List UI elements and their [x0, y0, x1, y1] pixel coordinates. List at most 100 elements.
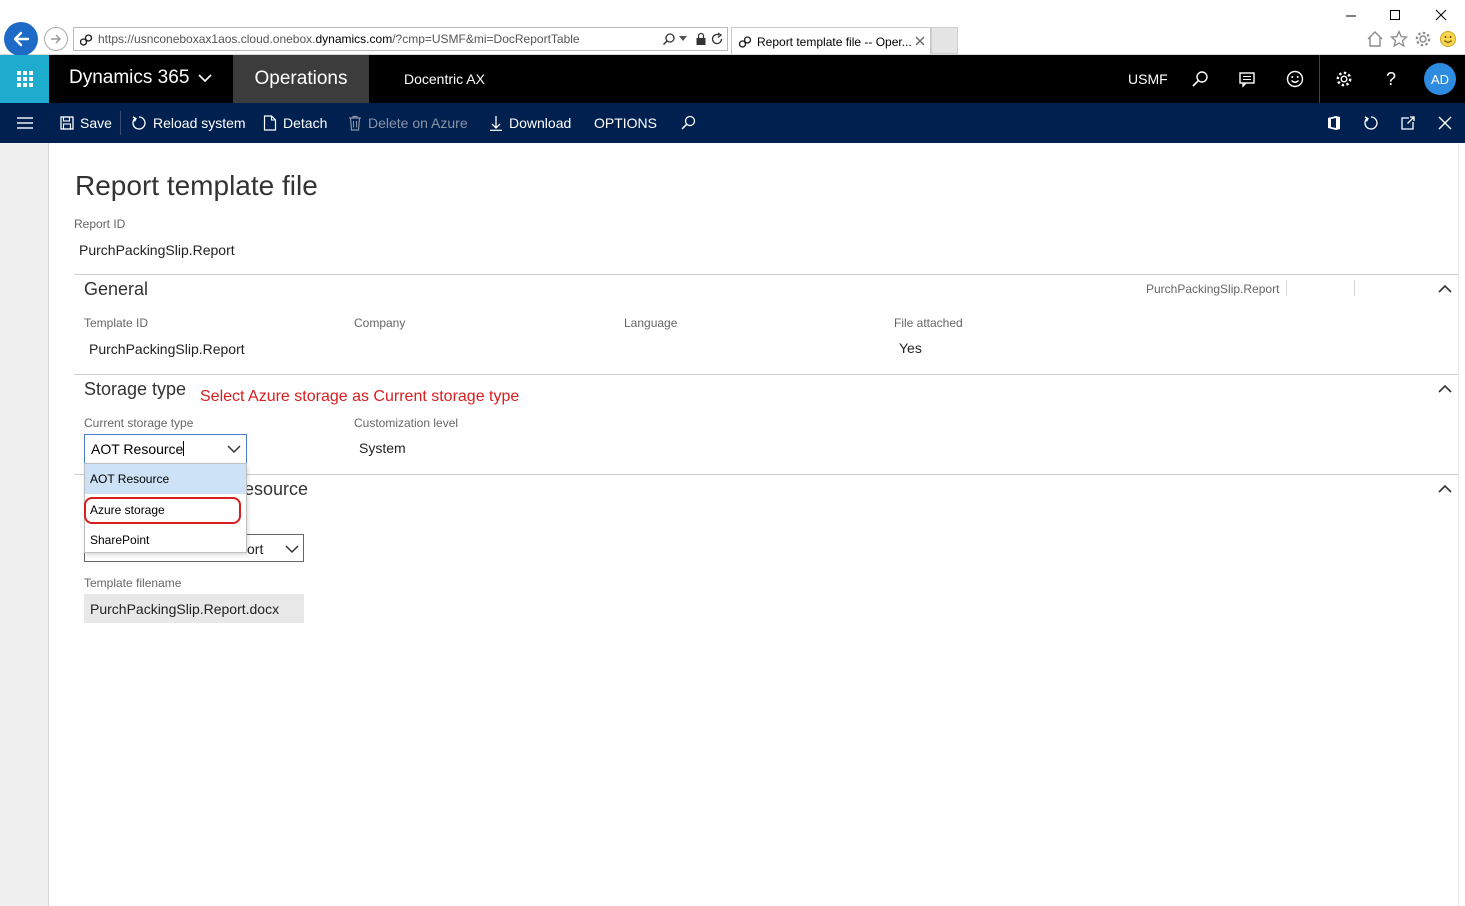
tab-title: Report template file -- Oper... — [757, 35, 912, 49]
top-nav-bar: Dynamics 365 Operations Docentric AX USM… — [0, 55, 1465, 103]
option-sharepoint[interactable]: SharePoint — [85, 525, 246, 555]
summary-divider — [1286, 280, 1287, 296]
template-id-value[interactable]: PurchPackingSlip.Report — [89, 341, 245, 357]
action-search-button[interactable] — [680, 103, 702, 143]
arrow-right-icon — [51, 34, 61, 44]
reload-icon — [132, 116, 146, 130]
product-name[interactable]: Dynamics 365 — [69, 67, 189, 89]
lock-icon — [695, 32, 707, 46]
popout-icon — [1401, 116, 1415, 130]
template-filename-field: PurchPackingSlip.Report.docx — [84, 594, 304, 623]
close-tab-icon[interactable] — [915, 36, 925, 46]
section-divider — [74, 474, 1458, 475]
home-icon[interactable] — [1366, 30, 1384, 48]
office-button[interactable] — [1327, 103, 1347, 143]
browser-tab-active[interactable]: Report template file -- Oper... — [731, 27, 931, 54]
trash-icon — [349, 115, 361, 131]
address-text: https://usnconeboxax1aos.cloud.onebox.dy… — [98, 32, 580, 46]
storage-type-section-header[interactable]: Storage type — [84, 379, 186, 400]
feedback-smiley-icon[interactable] — [1283, 67, 1307, 91]
app-launcher-button[interactable] — [0, 55, 49, 103]
section-divider — [74, 274, 1458, 275]
refresh-icon — [1364, 116, 1378, 130]
favorites-star-icon[interactable] — [1390, 30, 1408, 48]
report-id-value[interactable]: PurchPackingSlip.Report — [79, 242, 235, 258]
module-name[interactable]: Docentric AX — [404, 71, 485, 87]
left-navigation-rail — [0, 143, 49, 906]
save-disk-icon — [60, 116, 74, 130]
reload-system-label: Reload system — [153, 115, 246, 131]
chevron-down-icon[interactable] — [227, 444, 241, 454]
options-tab[interactable]: OPTIONS — [594, 103, 657, 143]
document-icon — [263, 115, 277, 131]
message-center-icon[interactable] — [1235, 67, 1259, 91]
file-attached-value: Yes — [899, 340, 922, 356]
report-id-label: Report ID — [74, 217, 126, 231]
hamburger-menu-button[interactable] — [16, 103, 40, 143]
text-cursor — [183, 441, 185, 456]
company-picker[interactable]: USMF — [1128, 71, 1168, 87]
settings-gear-icon[interactable] — [1332, 67, 1356, 91]
current-storage-type-select[interactable]: AOT Resource — [84, 434, 247, 464]
summary-divider — [1354, 280, 1355, 296]
customization-level-label: Customization level — [354, 416, 459, 430]
current-storage-type-label: Current storage type — [84, 416, 194, 430]
settings-gear-icon[interactable] — [1414, 30, 1432, 48]
instruction-annotation: Select Azure storage as Current storage … — [200, 388, 520, 405]
customization-level-value: System — [359, 440, 406, 456]
browser-forward-button[interactable] — [44, 27, 68, 51]
browser-chrome: https://usnconeboxax1aos.cloud.onebox.dy… — [0, 0, 1465, 56]
chevron-down-icon[interactable] — [679, 36, 687, 42]
delete-on-azure-button[interactable]: Delete on Azure — [348, 103, 468, 143]
chevron-down-icon[interactable] — [198, 73, 212, 83]
resource-section-header[interactable]: esource — [244, 479, 308, 500]
chevron-up-icon[interactable] — [1438, 384, 1452, 394]
browser-back-button[interactable] — [4, 22, 38, 56]
site-icon — [738, 35, 752, 49]
search-icon[interactable] — [1188, 67, 1212, 91]
chevron-up-icon[interactable] — [1438, 284, 1452, 294]
arrow-left-icon — [13, 31, 30, 47]
help-icon[interactable]: ? — [1379, 67, 1403, 91]
storage-type-dropdown-list: AOT Resource Azure storage SharePoint — [84, 463, 247, 553]
page-title: Report template file — [75, 170, 318, 201]
site-icon — [79, 33, 93, 47]
new-tab-button[interactable] — [931, 27, 958, 54]
refresh-page-button[interactable] — [1363, 103, 1385, 143]
chevron-up-icon[interactable] — [1438, 484, 1452, 494]
office-icon — [1328, 116, 1340, 130]
general-section-header[interactable]: General — [84, 279, 148, 300]
action-divider — [120, 111, 121, 135]
save-button[interactable]: Save — [60, 103, 112, 143]
open-new-window-button[interactable] — [1400, 103, 1422, 143]
reload-system-button[interactable]: Reload system — [131, 103, 246, 143]
chevron-down-icon[interactable] — [285, 544, 299, 554]
nav-divider — [1319, 55, 1320, 103]
address-bar[interactable]: https://usnconeboxax1aos.cloud.onebox.dy… — [73, 27, 728, 51]
company-label: Company — [354, 316, 406, 330]
refresh-icon[interactable] — [710, 32, 724, 46]
section-divider — [74, 374, 1458, 375]
smiley-feedback-icon[interactable] — [1439, 30, 1457, 48]
content-border — [1458, 143, 1459, 906]
option-aot-resource[interactable]: AOT Resource — [85, 464, 246, 494]
close-icon — [1438, 116, 1452, 130]
minimize-icon[interactable] — [1344, 8, 1358, 22]
search-icon[interactable] — [662, 32, 676, 46]
template-filename-value: PurchPackingSlip.Report.docx — [90, 601, 280, 617]
close-page-button[interactable] — [1438, 103, 1458, 143]
detach-label: Detach — [283, 115, 328, 131]
file-attached-label: File attached — [894, 316, 963, 330]
search-icon — [681, 115, 696, 130]
close-window-icon[interactable] — [1434, 8, 1448, 22]
delete-on-azure-label: Delete on Azure — [368, 115, 468, 131]
download-label: Download — [509, 115, 572, 131]
detach-button[interactable]: Detach — [263, 103, 327, 143]
download-button[interactable]: Download — [489, 103, 571, 143]
save-label: Save — [80, 115, 112, 131]
maximize-icon[interactable] — [1388, 8, 1402, 22]
download-icon — [490, 116, 502, 131]
area-operations[interactable]: Operations — [233, 55, 369, 103]
user-avatar[interactable]: AD — [1424, 63, 1456, 95]
current-storage-type-value: AOT Resource — [91, 441, 185, 457]
